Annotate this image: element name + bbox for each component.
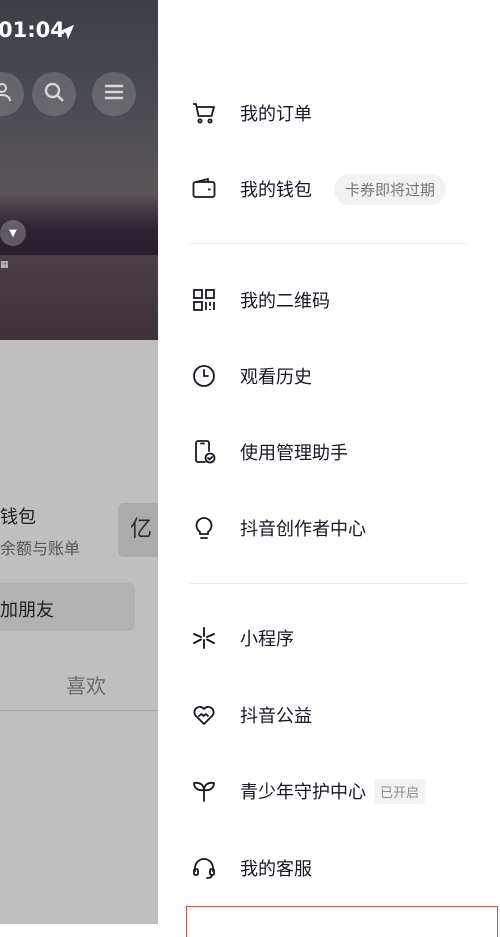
menu-item-label: 我的钱包: [240, 180, 312, 201]
background-profile-page: 01:04 ▼ ▦ 钱包 余额与账单 亿 加朋友 喜欢: [0, 0, 158, 924]
status-time: 01:04: [0, 18, 65, 42]
bg-add-friend-label: 加朋友: [0, 600, 54, 621]
menu-item-customer-service[interactable]: 我的客服: [190, 843, 500, 893]
menu-item-label: 我的订单: [240, 104, 312, 125]
hamburger-menu-icon: [102, 80, 126, 108]
menu-item-watch-history[interactable]: 观看历史: [190, 351, 500, 401]
search-round-button[interactable]: [32, 72, 76, 116]
menu-item-public-welfare[interactable]: 抖音公益: [190, 690, 500, 740]
menu-item-creator-center[interactable]: 抖音创作者中心: [190, 503, 500, 553]
section-divider: [190, 583, 467, 584]
location-arrow-icon: [58, 23, 76, 41]
menu-round-button[interactable]: [92, 72, 136, 116]
highlighted-next-item[interactable]: [186, 906, 498, 937]
bg-qr-tile: 亿: [118, 503, 158, 557]
section-divider: [190, 243, 467, 244]
headset-icon: [190, 854, 218, 882]
bg-wallet-title: 钱包: [0, 507, 36, 528]
menu-item-my-qr-code[interactable]: 我的二维码: [190, 275, 500, 325]
menu-item-label: 观看历史: [240, 367, 312, 388]
coupon-expiring-badge: 卡券即将过期: [334, 173, 447, 205]
cover-mark-icon: ▦: [0, 260, 9, 270]
menu-item-label: 使用管理助手: [240, 443, 348, 464]
menu-item-my-orders[interactable]: 我的订单: [190, 88, 500, 138]
menu-item-label: 抖音创作者中心: [240, 519, 366, 540]
sprout-icon: [190, 777, 218, 805]
mini-program-icon: [190, 624, 218, 652]
bg-divider: [0, 710, 158, 711]
search-icon: [42, 80, 66, 108]
menu-item-usage-assistant[interactable]: 使用管理助手: [190, 427, 500, 477]
heart-hands-icon: [190, 701, 218, 729]
menu-item-label: 我的客服: [240, 859, 312, 880]
lightbulb-icon: [190, 514, 218, 542]
wallet-icon: [190, 175, 218, 203]
profile-panel: [0, 340, 158, 924]
bg-wallet-subtitle: 余额与账单: [0, 539, 81, 558]
qr-code-icon: [190, 286, 218, 314]
user-icon: [0, 80, 14, 108]
menu-item-label: 小程序: [240, 629, 294, 650]
menu-item-my-wallet[interactable]: 我的钱包 卡券即将过期: [190, 164, 500, 214]
bg-likes-tab: 喜欢: [66, 674, 106, 698]
phone-check-icon: [190, 438, 218, 466]
dropdown-triangle-icon[interactable]: ▼: [0, 220, 26, 246]
clock-icon: [190, 362, 218, 390]
menu-item-label: 我的二维码: [240, 291, 330, 312]
enabled-status-badge: 已开启: [374, 778, 426, 804]
menu-item-youth-protection[interactable]: 青少年守护中心 已开启: [190, 766, 500, 816]
cart-icon: [190, 99, 218, 127]
menu-item-label: 抖音公益: [240, 706, 312, 727]
menu-item-mini-programs[interactable]: 小程序: [190, 613, 500, 663]
profile-cover-image: [0, 0, 158, 340]
side-drawer-menu: 我的订单 我的钱包 卡券即将过期 我的二维码 观看历史 使用管理助手 抖音创作者…: [158, 0, 500, 937]
menu-item-label: 青少年守护中心: [240, 782, 366, 803]
